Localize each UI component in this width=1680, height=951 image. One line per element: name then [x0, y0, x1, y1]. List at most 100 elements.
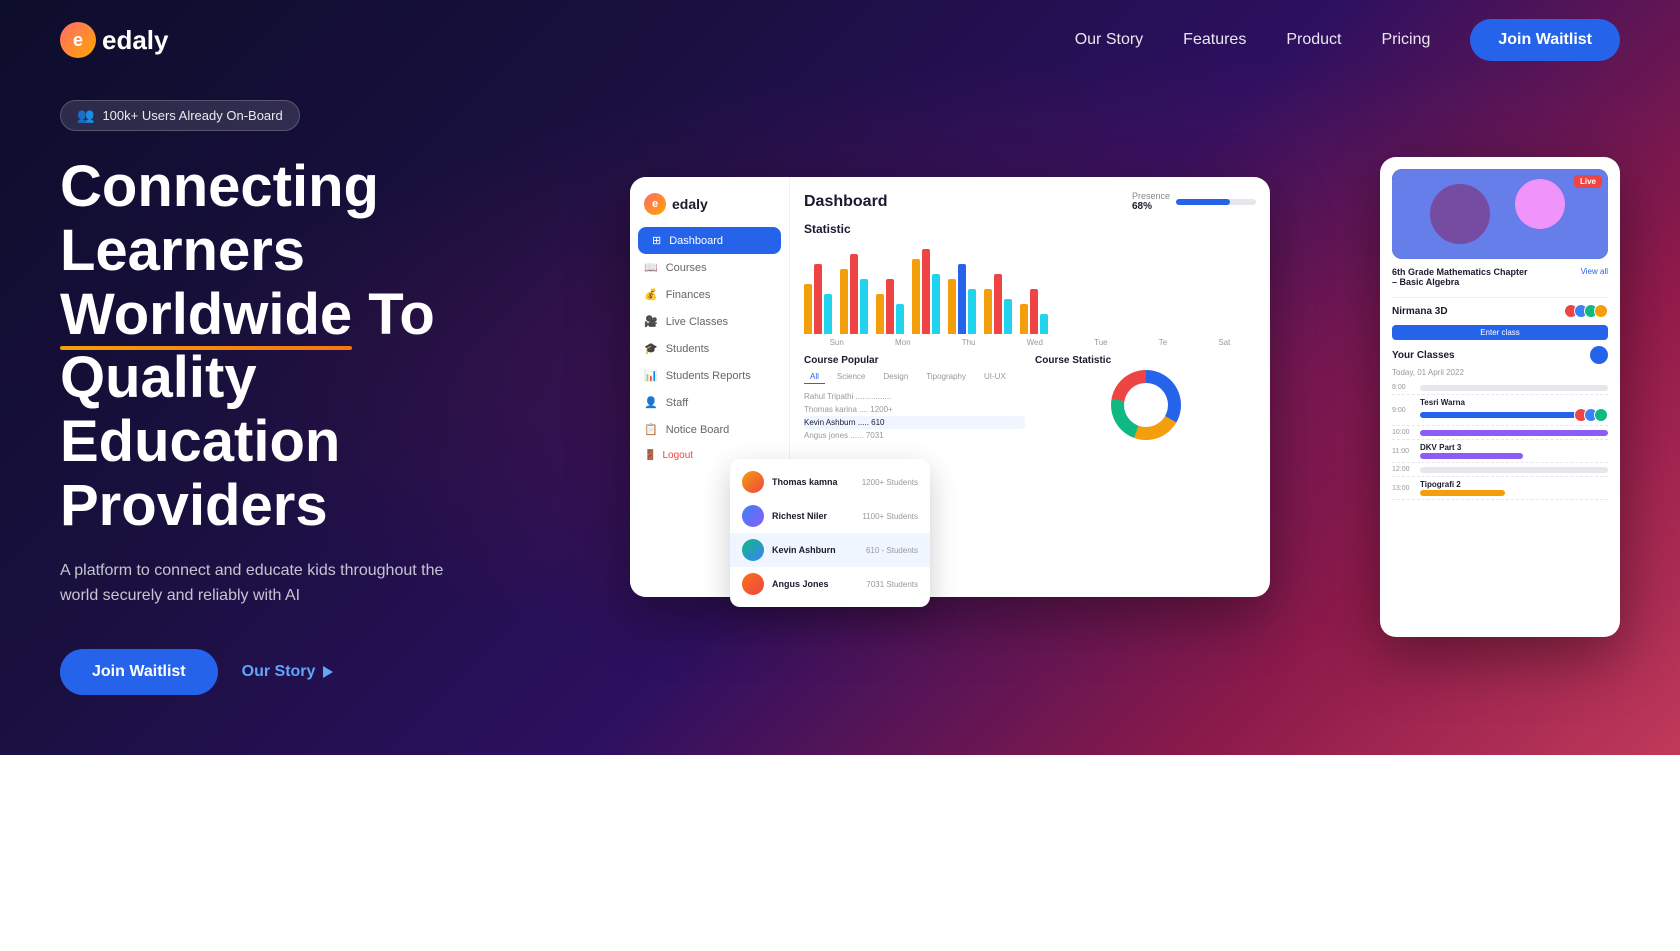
dash-logo-text: edaly	[672, 196, 708, 212]
bar-te-3	[1004, 299, 1012, 334]
tab-science[interactable]: Science	[831, 370, 871, 384]
dkv-label: DKV Part 3	[1420, 443, 1608, 452]
dash-nav-students-label: Students	[666, 343, 709, 355]
person-stat-2: 1100+ Students	[862, 512, 918, 521]
course-item-3: Kevin Ashburn ..... 610	[804, 416, 1025, 429]
bar-label-wed: Wed	[1027, 338, 1043, 347]
presence-bar	[1176, 199, 1256, 205]
dash-logo: e edaly	[630, 193, 789, 227]
dropdown-row-3[interactable]: Kevin Ashburn 610 - Students	[730, 533, 930, 567]
person-name-3: Kevin Ashburn	[772, 545, 836, 555]
course-popular-label: Course Popular	[804, 355, 1025, 366]
grid-icon: ⊞	[652, 234, 661, 247]
staff-icon: 👤	[644, 396, 658, 409]
bar-1000	[1420, 430, 1608, 436]
dash-nav-staff-label: Staff	[666, 397, 688, 409]
tab-all[interactable]: All	[804, 370, 825, 384]
bar-group-wed	[912, 249, 940, 334]
dash-nav-staff[interactable]: 👤 Staff	[630, 389, 789, 416]
person-avatar-1	[742, 471, 764, 493]
schedule-row-900-1: 9:00 Tesri Warna	[1392, 395, 1608, 426]
dash-nav-dashboard-label: Dashboard	[669, 235, 723, 247]
bar-label-sat: Sat	[1218, 338, 1230, 347]
live-badge: Live	[1574, 175, 1602, 188]
person-stat-1: 1200+ Students	[862, 478, 918, 487]
dash-nav-notice-label: Notice Board	[666, 424, 730, 436]
nirmana-row: Nirmana 3D	[1392, 304, 1608, 318]
dashboard-card: e edaly ⊞ Dashboard 📖 Courses 💰 Finances…	[630, 177, 1270, 597]
date-label: Today, 01 April 2022	[1392, 368, 1608, 377]
bar-label-sun: Sun	[830, 338, 844, 347]
dash-nav-finances-label: Finances	[666, 289, 711, 301]
dropdown-row-4[interactable]: Angus Jones 7031 Students	[730, 567, 930, 601]
statistic-label: Statistic	[804, 222, 1256, 236]
logo[interactable]: e edaly	[60, 22, 169, 58]
schedule-row-1200: 12:00	[1392, 463, 1608, 477]
bar-sat-2	[1030, 289, 1038, 334]
bar-sun-1	[804, 284, 812, 334]
hero-right: e edaly ⊞ Dashboard 📖 Courses 💰 Finances…	[600, 157, 1620, 637]
nav-link-features[interactable]: Features	[1183, 31, 1246, 49]
person-name-2: Richest Niler	[772, 511, 827, 521]
dash-nav-students[interactable]: 🎓 Students	[630, 335, 789, 362]
dropdown-row-2[interactable]: Richest Niler 1100+ Students	[730, 499, 930, 533]
live-icon: 🎥	[644, 315, 658, 328]
dash-nav-reports[interactable]: 📊 Students Reports	[630, 362, 789, 389]
bar-label-mon: Mon	[895, 338, 911, 347]
presence-section: Presence 68%	[1132, 191, 1256, 212]
video-thumbnail: Live	[1392, 169, 1608, 259]
nirmana-label: Nirmana 3D	[1392, 306, 1448, 317]
logo-text: edaly	[102, 25, 169, 56]
hero-badge: 👥 100k+ Users Already On-Board	[60, 100, 300, 131]
bar-group-thu	[876, 279, 904, 334]
dropdown-row-1[interactable]: Thomas kamna 1200+ Students	[730, 465, 930, 499]
course-popular: Course Popular All Science Design Tipogr…	[804, 355, 1025, 442]
dash-nav-live-classes[interactable]: 🎥 Live Classes	[630, 308, 789, 335]
course-item-2: Thomas karina .... 1200+	[804, 403, 1025, 416]
view-all-link[interactable]: View all	[1581, 267, 1608, 276]
person-name-4: Angus Jones	[772, 579, 829, 589]
tesri-warna-label: Tesri Warna	[1420, 398, 1608, 407]
our-story-button[interactable]: Our Story	[242, 663, 334, 681]
person-stat-4: 7031 Students	[866, 580, 918, 589]
bar-chart	[804, 244, 1256, 334]
time-800: 8:00	[1392, 384, 1416, 391]
bar-1300-orange	[1420, 490, 1505, 496]
time-1300: 13:00	[1392, 485, 1416, 492]
join-waitlist-hero-button[interactable]: Join Waitlist	[60, 649, 218, 695]
bar-1300-container: Tipografi 2	[1420, 480, 1608, 496]
bar-thu-1	[876, 294, 884, 334]
sched-av3	[1594, 408, 1608, 422]
time-900-1: 9:00	[1392, 407, 1416, 414]
join-waitlist-nav-button[interactable]: Join Waitlist	[1470, 19, 1620, 61]
enter-class-button[interactable]: Enter class	[1392, 325, 1608, 340]
dash-nav-dashboard[interactable]: ⊞ Dashboard	[638, 227, 781, 254]
bar-sat-1	[1020, 304, 1028, 334]
presence-value: 68%	[1132, 201, 1170, 212]
donut	[1111, 370, 1181, 440]
dash-nav-noticeboard[interactable]: 📋 Notice Board	[630, 416, 789, 443]
dash-nav-courses[interactable]: 📖 Courses	[630, 254, 789, 281]
bar-group-sat	[1020, 289, 1048, 334]
course-item-4: Angus jones ...... 7031	[804, 429, 1025, 442]
bar-tue-1	[948, 279, 956, 334]
dash-nav-finances[interactable]: 💰 Finances	[630, 281, 789, 308]
users-icon: 👥	[77, 107, 94, 124]
nav-link-pricing[interactable]: Pricing	[1381, 31, 1430, 49]
bar-900-1-container: Tesri Warna	[1420, 398, 1608, 422]
dash-logo-icon: e	[644, 193, 666, 215]
bar-label-te: Te	[1159, 338, 1167, 347]
hero-title: Connecting Learners Worldwide To Quality…	[60, 155, 560, 538]
tab-uiux[interactable]: UI-UX	[978, 370, 1012, 384]
dash-nav-reports-label: Students Reports	[666, 370, 751, 382]
bar-wed-2	[922, 249, 930, 334]
your-classes-label: Your Classes	[1392, 350, 1455, 361]
bar-te-2	[994, 274, 1002, 334]
tab-typography[interactable]: Tipography	[920, 370, 972, 384]
course-stat-label: Course Statistic	[1035, 355, 1256, 366]
nav-link-product[interactable]: Product	[1286, 31, 1341, 49]
hero-buttons: Join Waitlist Our Story	[60, 649, 560, 695]
nav-link-our-story[interactable]: Our Story	[1075, 31, 1143, 49]
bar-mon-2	[850, 254, 858, 334]
tab-design[interactable]: Design	[877, 370, 914, 384]
